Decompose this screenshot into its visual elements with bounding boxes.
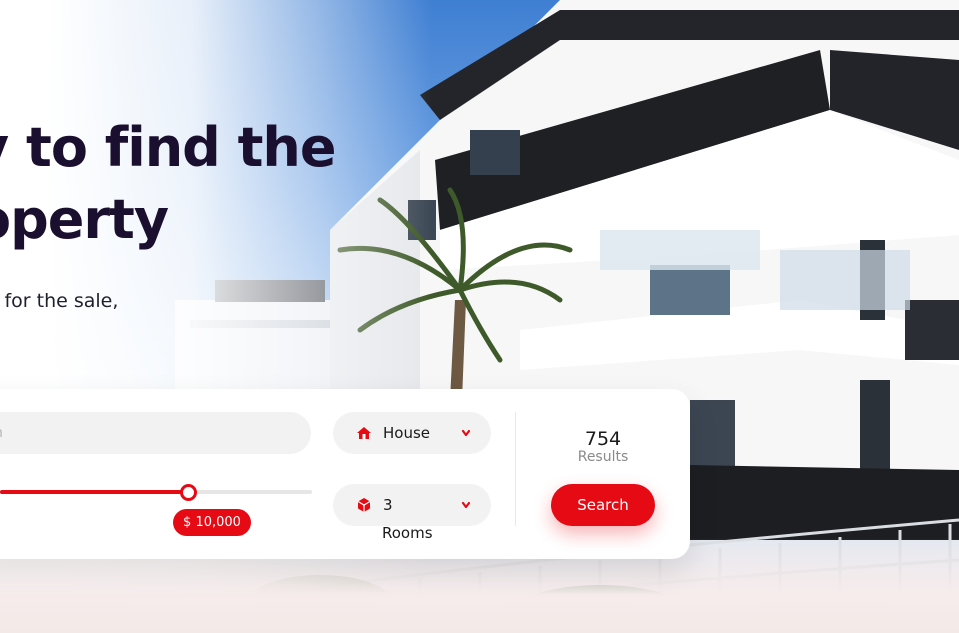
location-search-input[interactable] (0, 412, 311, 454)
cube-icon (357, 498, 371, 512)
hero-title: y to find the operty (0, 112, 336, 256)
hero-title-line-1: y to find the (0, 116, 336, 179)
chevron-down-icon (461, 501, 471, 509)
rooms-value: 3 (383, 496, 393, 514)
card-divider (515, 412, 516, 526)
price-slider-track[interactable] (0, 490, 312, 494)
price-value-badge: $ 10,000 (173, 509, 251, 536)
rooms-caption: Rooms (382, 524, 433, 542)
hero-title-line-2: operty (0, 188, 169, 251)
hero-subtitle-line-1: ice for the sale, (0, 290, 119, 312)
house-icon (357, 427, 371, 439)
chevron-down-icon (461, 429, 471, 437)
search-button[interactable]: Search (551, 484, 655, 526)
property-type-select[interactable]: House (333, 412, 491, 454)
results-label: Results (577, 449, 629, 465)
price-slider-fill (0, 490, 191, 494)
hero-subtitle-line-2: tate. (0, 319, 118, 354)
rooms-select[interactable]: 3 (333, 484, 491, 526)
hero-subtitle: ice for the sale, tate. (0, 284, 118, 354)
results-count: 754 (584, 428, 622, 450)
property-type-value: House (383, 424, 431, 442)
price-slider-handle[interactable] (180, 484, 197, 501)
